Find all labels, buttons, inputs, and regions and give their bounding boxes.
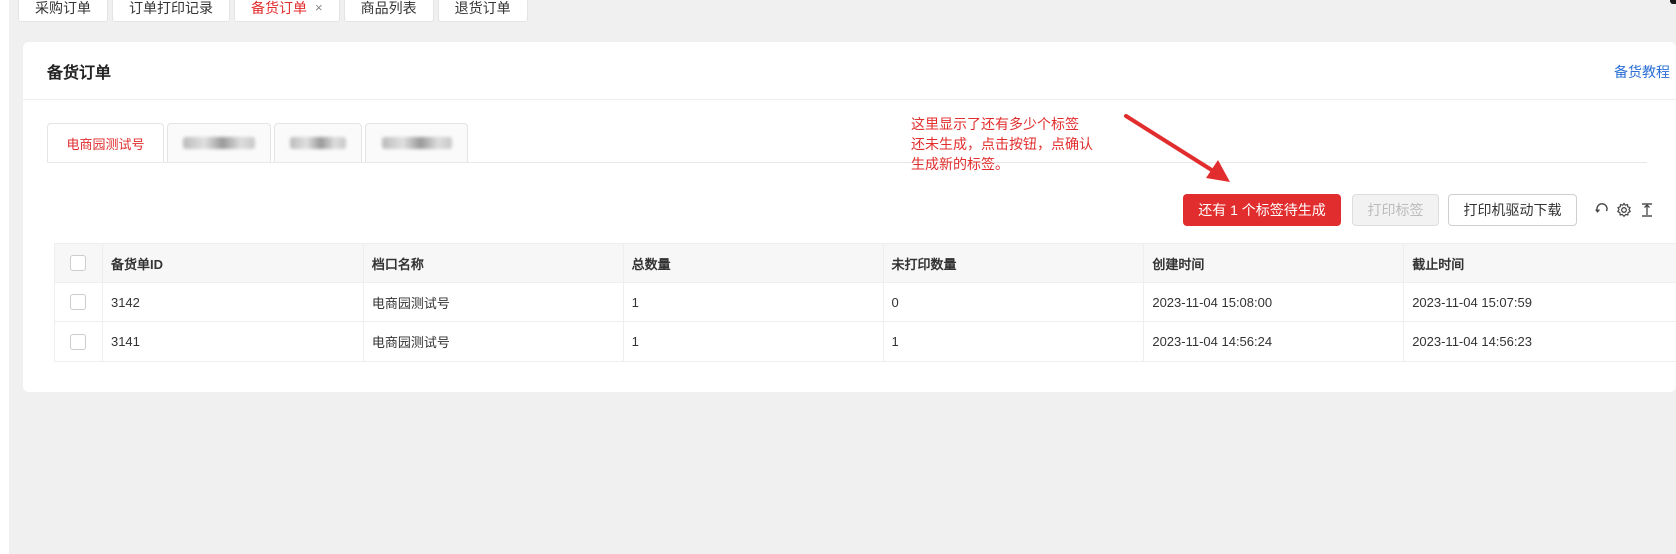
table-cell: 2023-11-04 14:56:23 <box>1412 334 1532 349</box>
table-cell: 3142 <box>103 283 364 321</box>
page-title: 备货订单 <box>47 64 112 82</box>
annotation-line: 还未生成，点击按钮，点确认 <box>911 136 1093 152</box>
tab-print-records[interactable]: 订单打印记录 <box>112 0 230 22</box>
tab-stock-orders[interactable]: 备货订单 × <box>234 0 340 22</box>
print-labels-button[interactable]: 打印标签 <box>1352 194 1439 226</box>
annotation-note: 这里显示了还有多少个标签 还未生成，点击按钮，点确认 生成新的标签。 <box>911 114 1116 174</box>
tab-label: 退货订单 <box>454 0 511 16</box>
corner-marker <box>1670 0 1676 4</box>
shop-tab-blurred-2[interactable] <box>274 123 362 163</box>
tab-label: 商品列表 <box>360 0 417 16</box>
annotation-line: 这里显示了还有多少个标签 <box>911 116 1079 132</box>
column-header: 档口名称 <box>364 244 624 282</box>
table-cell: 0 <box>884 283 1145 321</box>
column-header: 创建时间 <box>1144 244 1405 282</box>
refresh-icon[interactable] <box>1594 202 1610 218</box>
table-cell: 1 <box>884 322 1145 361</box>
tab-label: 采购订单 <box>35 0 91 16</box>
table-cell: 1 <box>624 283 884 321</box>
redacted-text <box>381 137 452 149</box>
shop-tab-test-account[interactable]: 电商园测试号 <box>47 123 164 163</box>
tutorial-link[interactable]: 备货教程 <box>1614 62 1670 82</box>
stock-order-table: 备货单ID 档口名称 总数量 未打印数量 创建时间 截止时间 3142 电商园测… <box>54 243 1676 362</box>
row-select-cell <box>55 283 103 321</box>
gear-icon[interactable] <box>1616 202 1632 218</box>
card-header: 备货订单 <box>23 42 1676 100</box>
table-cell: 2023-11-04 14:56:24 <box>1144 322 1405 361</box>
tab-purchase-orders[interactable]: 采购订单 <box>18 0 108 22</box>
table-row[interactable]: 3142 电商园测试号 1 0 2023-11-04 15:08:00 2023… <box>55 283 1676 322</box>
redacted-text <box>290 137 346 149</box>
shop-tabs: 电商园测试号 <box>47 123 471 163</box>
row-checkbox[interactable] <box>70 294 87 310</box>
left-edge-strip <box>0 0 9 554</box>
tab-label: 订单打印记录 <box>129 0 213 16</box>
table-cell: 2023-11-04 15:07:59 <box>1412 294 1532 310</box>
table-row[interactable]: 3141 电商园测试号 1 1 2023-11-04 14:56:24 2023… <box>55 322 1676 361</box>
generate-labels-button[interactable]: 还有 1 个标签待生成 <box>1183 194 1341 226</box>
annotation-line: 生成新的标签。 <box>911 156 1009 172</box>
annotation-arrow <box>1124 114 1230 182</box>
table-cell: 1 <box>624 322 884 361</box>
tabs-divider <box>47 162 1647 163</box>
column-header: 未打印数量 <box>884 244 1145 282</box>
tab-label: 备货订单 <box>251 0 307 16</box>
column-header: 备货单ID <box>103 244 364 282</box>
redacted-text <box>183 137 255 149</box>
tab-return-orders[interactable]: 退货订单 <box>437 0 528 22</box>
printer-driver-download-button[interactable]: 打印机驱动下载 <box>1448 194 1577 226</box>
select-all-checkbox[interactable] <box>70 255 87 271</box>
table-cell: 2023-11-04 15:08:00 <box>1144 283 1405 321</box>
row-checkbox[interactable] <box>70 333 87 350</box>
select-all-cell <box>55 244 103 282</box>
tab-product-list[interactable]: 商品列表 <box>343 0 434 22</box>
shop-tab-blurred-1[interactable] <box>167 123 271 163</box>
column-header: 总数量 <box>624 244 884 282</box>
shop-tab-label: 电商园测试号 <box>66 136 145 152</box>
shop-tab-blurred-3[interactable] <box>365 123 468 163</box>
table-cell: 电商园测试号 <box>364 283 624 321</box>
column-header: 截止时间 <box>1412 256 1465 272</box>
table-cell: 电商园测试号 <box>364 322 624 361</box>
table-header-row: 备货单ID 档口名称 总数量 未打印数量 创建时间 截止时间 <box>55 244 1676 283</box>
row-select-cell <box>55 322 103 361</box>
page-tabs-bar: 采购订单 订单打印记录 备货订单 × 商品列表 退货订单 <box>18 0 528 22</box>
table-cell: 3141 <box>103 322 364 361</box>
close-icon[interactable]: × <box>315 0 323 15</box>
column-height-icon[interactable] <box>1639 202 1655 218</box>
